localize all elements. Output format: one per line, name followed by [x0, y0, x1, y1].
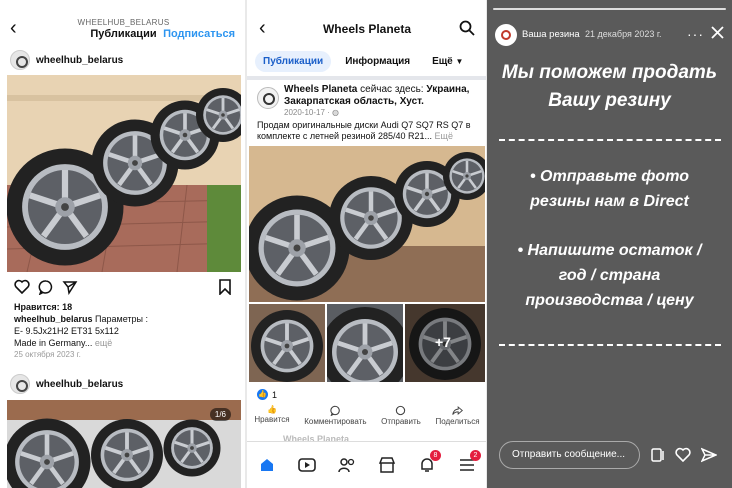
- tab-info[interactable]: Информация: [337, 51, 418, 72]
- friends-icon[interactable]: [336, 454, 358, 476]
- more-photos-count[interactable]: +7: [435, 334, 451, 350]
- post-date: 2020-10-17 · ◍: [284, 108, 340, 117]
- bookmark-icon[interactable]: [218, 279, 232, 295]
- thumbs-up-icon: 👍: [257, 389, 268, 400]
- carousel-counter: 1/6: [209, 408, 231, 421]
- reactions-summary[interactable]: 👍 1: [257, 389, 277, 400]
- post-photo-thumb-3[interactable]: +7: [405, 304, 485, 382]
- page-title: Wheels Planeta: [322, 22, 412, 36]
- post-photo-2[interactable]: 1/6: [7, 400, 241, 488]
- home-icon[interactable]: [256, 454, 278, 476]
- menu-badge: 2: [470, 450, 481, 461]
- send-icon[interactable]: [701, 447, 717, 463]
- send-button[interactable]: Отправить: [381, 405, 421, 429]
- story-bullet-2-line-3: производства / цену: [525, 292, 694, 309]
- caption-line-1: Параметры :: [95, 314, 149, 324]
- checkin-text: сейчас здесь:: [360, 84, 424, 95]
- video-icon[interactable]: [296, 454, 318, 476]
- story-panel: Ваша резина 21 декабря 2023 г. ··· Мы по…: [487, 0, 732, 488]
- heart-icon[interactable]: [675, 447, 691, 462]
- avatar[interactable]: [10, 374, 30, 394]
- share-label: Поделиться: [435, 417, 480, 426]
- page-tabs: Публикации Информация Ещё ▼: [255, 49, 471, 73]
- caption-line-3-wrap: Made in Germany... ещё: [14, 337, 112, 349]
- caption-username[interactable]: wheelhub_belarus: [14, 314, 93, 324]
- post-photo[interactable]: [7, 75, 241, 272]
- bottom-nav: 8 2: [247, 441, 487, 488]
- post-date-text: 2020-10-17: [284, 108, 325, 117]
- tab-more-label: Ещё: [432, 55, 453, 67]
- like-button[interactable]: 👍 Нравится: [254, 405, 289, 429]
- story-bullet-2-line-2: год / страна: [558, 267, 661, 284]
- dashed-divider: [499, 344, 721, 346]
- avatar[interactable]: [495, 24, 517, 46]
- reply-input[interactable]: Отправить сообщение...: [499, 441, 640, 469]
- comment-label: Комментировать: [304, 417, 367, 426]
- post-author-2[interactable]: wheelhub_belarus: [10, 372, 123, 396]
- caption-line-3: Made in Germany...: [14, 338, 93, 348]
- story-bullet-1-line-1: • Отправьте фото: [529, 168, 689, 185]
- tab-more[interactable]: Ещё ▼: [424, 51, 471, 72]
- comment-icon[interactable]: [38, 279, 54, 295]
- facebook-panel: ‹ Wheels Planeta Публикации Информация Е…: [247, 0, 487, 488]
- post-photo-thumb-1[interactable]: [249, 304, 325, 382]
- instagram-panel: ‹ WHEELHUB_BELARUS Публикации Подписатьс…: [0, 0, 247, 488]
- menu-icon[interactable]: 2: [456, 450, 481, 476]
- post-actions: 👍 Нравится Комментировать Отправить Поде…: [247, 405, 487, 429]
- notifications-icon[interactable]: 8: [416, 450, 441, 476]
- share-button[interactable]: Поделиться: [435, 405, 480, 429]
- send-label: Отправить: [381, 417, 421, 426]
- tab-posts[interactable]: Публикации: [255, 50, 332, 72]
- caption-line-2: E- 9.5Jx21H2 ET31 5x112: [14, 326, 119, 336]
- post-photo-main[interactable]: [249, 146, 485, 302]
- post-actions: [12, 279, 234, 295]
- follow-button[interactable]: Подписаться: [163, 28, 235, 40]
- post-photo-thumb-2[interactable]: [327, 304, 403, 382]
- username[interactable]: wheelhub_belarus: [36, 379, 123, 390]
- marketplace-icon[interactable]: [376, 454, 398, 476]
- username[interactable]: wheelhub_belarus: [36, 55, 123, 66]
- gallery-icon[interactable]: [650, 447, 666, 463]
- reaction-count: 1: [272, 389, 278, 400]
- facebook-header: ‹ Wheels Planeta: [247, 16, 487, 42]
- like-label: Нравится: [254, 415, 290, 424]
- comment-icon: [330, 405, 340, 416]
- chevron-down-icon: ▼: [455, 56, 464, 66]
- dashed-divider: [499, 139, 721, 141]
- post-date: 25 октября 2023 г.: [14, 350, 81, 359]
- story-date: 21 декабря 2023 г.: [585, 29, 662, 39]
- story-headline-2: Вашу резину: [548, 90, 671, 111]
- story-progress-bar: [493, 8, 726, 10]
- share-icon: [452, 406, 464, 415]
- close-icon[interactable]: [711, 26, 724, 39]
- header-subtitle: WHEELHUB_BELARUS: [77, 18, 170, 27]
- globe-icon: ◍: [332, 108, 340, 117]
- story-username[interactable]: Ваша резина: [522, 29, 580, 40]
- story-headline-1: Мы поможем продать: [501, 62, 718, 83]
- post-text: Продам оригинальные диски Audi Q7 SQ7 RS…: [257, 120, 481, 142]
- more-link[interactable]: Ещё: [435, 131, 453, 141]
- caption: wheelhub_belarus Параметры :: [14, 313, 148, 325]
- avatar[interactable]: [10, 50, 30, 70]
- thumbs-up-icon: 👍: [266, 405, 277, 414]
- more-link[interactable]: ещё: [95, 338, 112, 348]
- notifications-badge: 8: [430, 450, 441, 461]
- share-icon[interactable]: [62, 279, 78, 295]
- comment-button[interactable]: Комментировать: [304, 405, 367, 429]
- search-icon[interactable]: [459, 20, 475, 36]
- heart-icon[interactable]: [14, 279, 30, 294]
- post-header: Wheels Planeta сейчас здесь: Украина, За…: [284, 84, 480, 108]
- story-bullet-1-line-2: резины нам в Direct: [530, 193, 689, 210]
- more-options-icon[interactable]: ···: [687, 26, 704, 42]
- likes-count[interactable]: Нравится: 18: [14, 301, 72, 313]
- post-author[interactable]: wheelhub_belarus: [10, 48, 123, 72]
- instagram-header: ‹ WHEELHUB_BELARUS Публикации Подписатьс…: [0, 8, 247, 44]
- story-bullet-2-line-1: • Напишите остаток /: [517, 242, 702, 259]
- post-author[interactable]: Wheels Planeta: [284, 84, 357, 95]
- section-divider: [247, 76, 487, 80]
- avatar[interactable]: [257, 87, 279, 109]
- whatsapp-icon: [396, 405, 406, 416]
